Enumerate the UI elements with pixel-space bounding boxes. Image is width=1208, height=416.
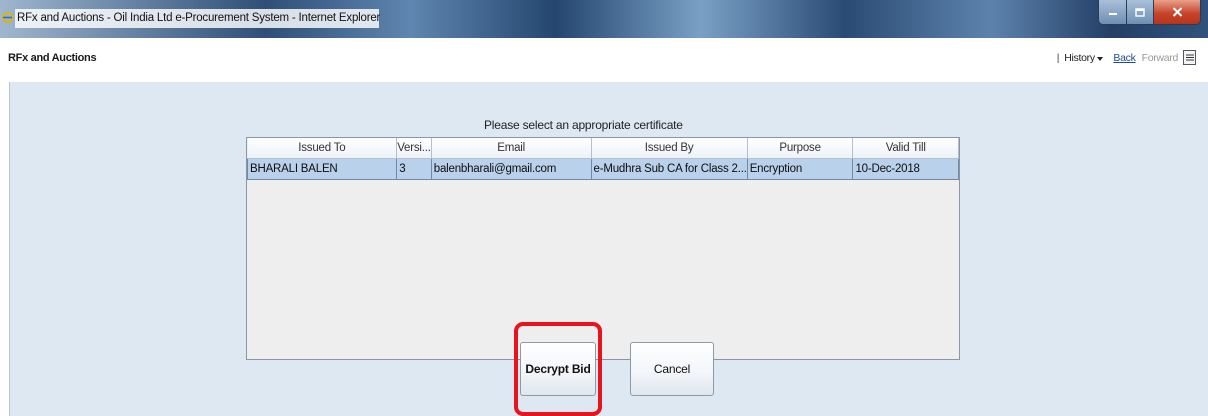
decrypt-bid-button[interactable]: Decrypt Bid xyxy=(520,342,596,396)
column-header-purpose[interactable]: Purpose xyxy=(747,138,854,159)
table-header-row: Issued To Versi... Email Issued By Purpo… xyxy=(247,138,959,159)
forward-link[interactable]: Forward xyxy=(1142,52,1179,64)
ie-logo-icon xyxy=(2,12,13,23)
window-titlebar: RFx and Auctions - Oil India Ltd e-Procu… xyxy=(0,0,1208,38)
minimize-button[interactable] xyxy=(1098,0,1127,25)
back-link[interactable]: Back xyxy=(1113,52,1135,64)
maximize-button[interactable] xyxy=(1126,0,1154,25)
column-header-valid-till[interactable]: Valid Till xyxy=(852,138,959,159)
maximize-icon xyxy=(1135,7,1145,17)
table-row[interactable]: BHARALI BALEN 3 balenbharali@gmail.com e… xyxy=(246,158,959,180)
history-label: History xyxy=(1064,51,1095,64)
cell-issued-to[interactable]: BHARALI BALEN xyxy=(246,158,398,180)
app-label: RFx and Auctions xyxy=(8,52,97,64)
nav-separator: | xyxy=(1056,51,1060,64)
cell-purpose[interactable]: Encryption xyxy=(746,158,854,180)
close-button[interactable] xyxy=(1153,0,1201,25)
dropdown-arrow-icon xyxy=(1097,56,1104,61)
history-link[interactable]: History xyxy=(1064,51,1104,64)
cancel-button[interactable]: Cancel xyxy=(630,342,714,396)
cell-email[interactable]: balenbharali@gmail.com xyxy=(430,158,592,180)
cell-issued-by[interactable]: e-Mudhra Sub CA for Class 2... xyxy=(590,158,748,180)
certificate-table-container: Issued To Versi... Email Issued By Purpo… xyxy=(246,137,960,360)
column-header-email[interactable]: Email xyxy=(431,138,592,159)
column-header-issued-to[interactable]: Issued To xyxy=(247,138,398,159)
certificate-dialog: Please select an appropriate certificate… xyxy=(9,82,1208,416)
minimize-icon xyxy=(1108,13,1117,15)
cell-valid-till[interactable]: 10-Dec-2018 xyxy=(852,158,959,180)
dialog-title: Please select an appropriate certificate xyxy=(484,118,683,132)
menu-icon[interactable] xyxy=(1183,50,1196,65)
column-header-version[interactable]: Versi... xyxy=(396,138,432,159)
close-icon xyxy=(1172,7,1182,17)
app-toolbar: RFx and Auctions | History Back Forward xyxy=(0,38,1208,82)
window-title: RFx and Auctions - Oil India Ltd e-Procu… xyxy=(15,9,380,28)
certificate-table: Issued To Versi... Email Issued By Purpo… xyxy=(246,138,959,180)
navigation-links: | History Back Forward xyxy=(1057,50,1196,65)
cell-version[interactable]: 3 xyxy=(396,158,432,180)
column-header-issued-by[interactable]: Issued By xyxy=(591,138,748,159)
